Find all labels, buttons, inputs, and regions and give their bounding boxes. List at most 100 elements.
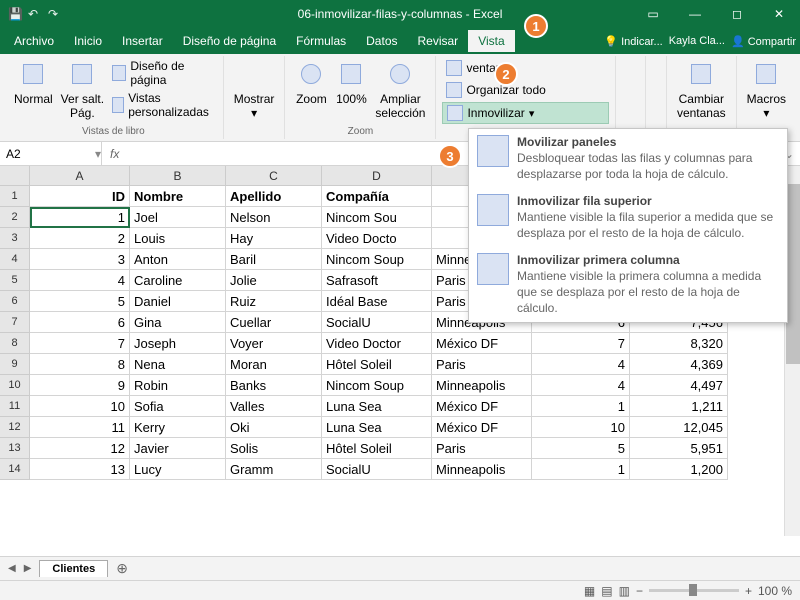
cell[interactable]: 8	[30, 354, 130, 375]
cell[interactable]: 5	[30, 291, 130, 312]
row-header[interactable]: 2	[0, 207, 30, 228]
switch-windows-button[interactable]: Cambiar ventanas	[673, 56, 730, 123]
cell[interactable]: 7	[532, 333, 630, 354]
cell[interactable]: 10	[30, 396, 130, 417]
view-layout-icon[interactable]: ▤	[601, 584, 612, 598]
cell[interactable]: Joel	[130, 207, 226, 228]
view-break-icon[interactable]: ▥	[619, 584, 630, 598]
col-header[interactable]: A	[30, 166, 130, 185]
user-name[interactable]: Kayla Cla...	[669, 35, 725, 47]
cell[interactable]: Hôtel Soleil	[322, 354, 432, 375]
col-header[interactable]: D	[322, 166, 432, 185]
freeze-panes-button[interactable]: Inmovilizar ▾	[442, 102, 609, 124]
cell[interactable]: Kerry	[130, 417, 226, 438]
row-header[interactable]: 1	[0, 186, 30, 207]
cell[interactable]: Minneapolis	[432, 375, 532, 396]
cell[interactable]: 10	[532, 417, 630, 438]
row-header[interactable]: 7	[0, 312, 30, 333]
cell[interactable]: Banks	[226, 375, 322, 396]
tab-insertar[interactable]: Insertar	[112, 30, 173, 52]
cell[interactable]: Paris	[432, 354, 532, 375]
cell[interactable]: 1	[30, 207, 130, 228]
undo-icon[interactable]: ↶	[28, 7, 42, 21]
normal-view-button[interactable]: Normal	[10, 56, 57, 123]
cell[interactable]: Javier	[130, 438, 226, 459]
row-header[interactable]: 11	[0, 396, 30, 417]
row-header[interactable]: 4	[0, 249, 30, 270]
cell[interactable]: 11	[30, 417, 130, 438]
new-window-button[interactable]: ventana	[442, 58, 609, 78]
zoom-selection-button[interactable]: Ampliar selección	[371, 56, 429, 123]
cell[interactable]: Robin	[130, 375, 226, 396]
cell[interactable]: SocialU	[322, 312, 432, 333]
col-header[interactable]: B	[130, 166, 226, 185]
cell[interactable]: Hay	[226, 228, 322, 249]
custom-views-button[interactable]: Vistas personalizadas	[108, 89, 217, 121]
cell[interactable]: Nincom Sou	[322, 207, 432, 228]
zoom-button[interactable]: Zoom	[291, 56, 331, 123]
tab-formulas[interactable]: Fórmulas	[286, 30, 356, 52]
sheet-nav-next[interactable]: ▶	[24, 563, 32, 574]
cell[interactable]: Baril	[226, 249, 322, 270]
row-header[interactable]: 8	[0, 333, 30, 354]
redo-icon[interactable]: ↷	[48, 7, 62, 21]
cell[interactable]: 1,211	[630, 396, 728, 417]
cell[interactable]: 3	[30, 249, 130, 270]
new-sheet-button[interactable]: ⊕	[116, 560, 128, 577]
cell[interactable]: Daniel	[130, 291, 226, 312]
cell[interactable]: Hôtel Soleil	[322, 438, 432, 459]
cell[interactable]: 1	[532, 459, 630, 480]
cell[interactable]: Ruiz	[226, 291, 322, 312]
cell[interactable]: Paris	[432, 438, 532, 459]
cell[interactable]: 4,497	[630, 375, 728, 396]
sheet-nav-prev[interactable]: ◀	[8, 563, 16, 574]
cell[interactable]: México DF	[432, 396, 532, 417]
cell[interactable]: 12	[30, 438, 130, 459]
cell[interactable]: Solis	[226, 438, 322, 459]
cell[interactable]: 13	[30, 459, 130, 480]
row-header[interactable]: 14	[0, 459, 30, 480]
col-header[interactable]: C	[226, 166, 322, 185]
cell[interactable]: 4	[532, 354, 630, 375]
zoom-in-button[interactable]: +	[745, 584, 752, 598]
cell[interactable]: 4,369	[630, 354, 728, 375]
cell[interactable]: Nincom Soup	[322, 375, 432, 396]
arrange-all-button[interactable]: Organizar todo	[442, 80, 609, 100]
view-normal-icon[interactable]: ▦	[584, 584, 595, 598]
cell[interactable]: Anton	[130, 249, 226, 270]
cell[interactable]: Video Docto	[322, 228, 432, 249]
tab-datos[interactable]: Datos	[356, 30, 407, 52]
freeze-menu-item[interactable]: Inmovilizar primera columnaMantiene visi…	[469, 247, 787, 322]
cell[interactable]: 9	[30, 375, 130, 396]
cell[interactable]: Luna Sea	[322, 396, 432, 417]
cell[interactable]: 2	[30, 228, 130, 249]
cell[interactable]: Minneapolis	[432, 459, 532, 480]
maximize-icon[interactable]: ◻	[716, 0, 758, 28]
zoom-level[interactable]: 100 %	[758, 584, 792, 598]
cell[interactable]: Valles	[226, 396, 322, 417]
cell[interactable]: Apellido	[226, 186, 322, 207]
tab-revisar[interactable]: Revisar	[408, 30, 469, 52]
cell[interactable]: Caroline	[130, 270, 226, 291]
cell[interactable]: Gina	[130, 312, 226, 333]
close-icon[interactable]: ✕	[758, 0, 800, 28]
cell[interactable]: 6	[30, 312, 130, 333]
row-header[interactable]: 13	[0, 438, 30, 459]
cell[interactable]: Joseph	[130, 333, 226, 354]
cell[interactable]: Luna Sea	[322, 417, 432, 438]
cell[interactable]: 12,045	[630, 417, 728, 438]
cell[interactable]: Gramm	[226, 459, 322, 480]
share-button[interactable]: 👤 Compartir	[731, 35, 796, 48]
cell[interactable]: Nombre	[130, 186, 226, 207]
cell[interactable]: Voyer	[226, 333, 322, 354]
macros-button[interactable]: Macros▾	[743, 56, 790, 123]
cell[interactable]: 7	[30, 333, 130, 354]
cell[interactable]: México DF	[432, 417, 532, 438]
sheet-tab-clientes[interactable]: Clientes	[39, 560, 108, 577]
cell[interactable]: Nincom Soup	[322, 249, 432, 270]
row-header[interactable]: 5	[0, 270, 30, 291]
cell[interactable]: ID	[30, 186, 130, 207]
row-header[interactable]: 9	[0, 354, 30, 375]
row-header[interactable]: 6	[0, 291, 30, 312]
zoom-out-button[interactable]: −	[636, 584, 643, 598]
